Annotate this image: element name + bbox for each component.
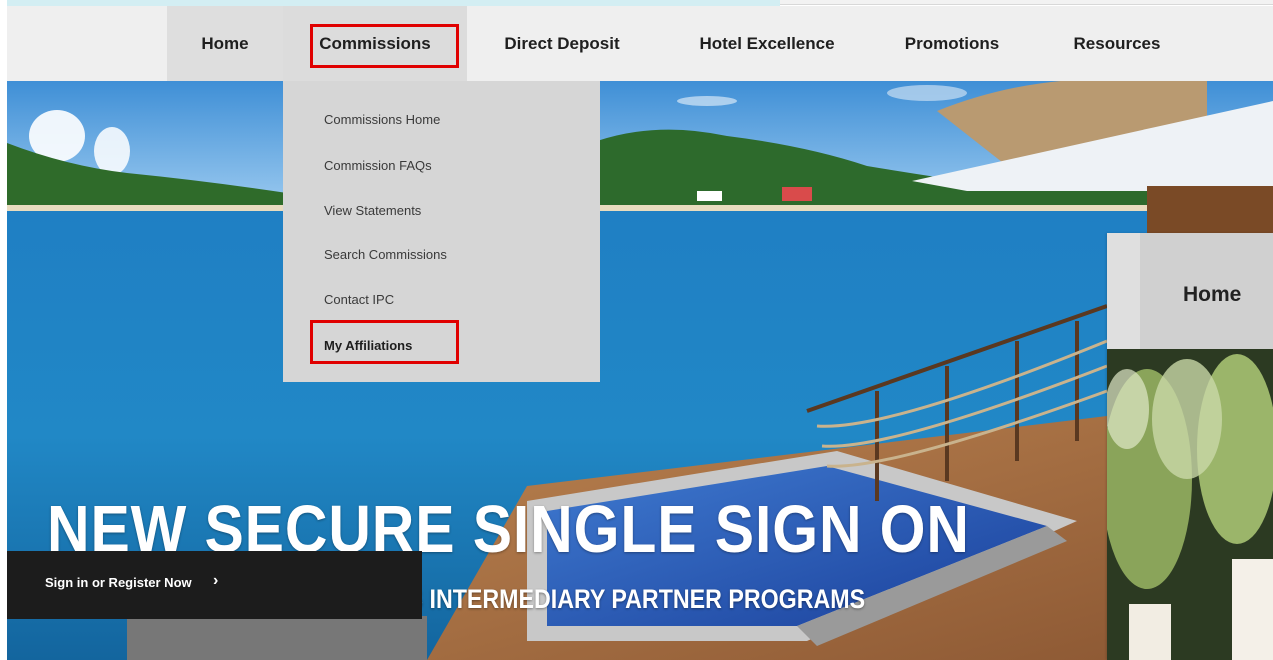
chevron-right-icon: › bbox=[213, 572, 219, 589]
highlight-box-commissions bbox=[310, 24, 459, 68]
menu-item-commission-faqs[interactable]: Commission FAQs bbox=[324, 158, 432, 173]
nav-direct-deposit[interactable]: Direct Deposit bbox=[477, 6, 647, 81]
menu-item-commissions-home[interactable]: Commissions Home bbox=[324, 112, 440, 127]
nav-resources[interactable]: Resources bbox=[1052, 6, 1182, 81]
sign-in-register-button[interactable]: Sign in or Register Now › bbox=[7, 551, 422, 619]
nav-promotions[interactable]: Promotions bbox=[882, 6, 1022, 81]
menu-item-search-commissions[interactable]: Search Commissions bbox=[324, 247, 447, 262]
cta-label: Sign in or Register Now bbox=[45, 575, 192, 590]
overlay-nav-home[interactable]: Home bbox=[1183, 283, 1241, 307]
overlay-photo bbox=[1107, 349, 1273, 660]
menu-item-contact-ipc[interactable]: Contact IPC bbox=[324, 292, 394, 307]
zoomed-overlay-panel: Home bbox=[1107, 233, 1273, 660]
menu-item-view-statements[interactable]: View Statements bbox=[324, 203, 421, 218]
nav-home[interactable]: Home bbox=[167, 6, 283, 81]
main-nav: Home Commissions Direct Deposit Hotel Ex… bbox=[7, 6, 1273, 81]
nav-hotel-excellence[interactable]: Hotel Excellence bbox=[672, 6, 862, 81]
highlight-box-my-affiliations bbox=[310, 320, 459, 364]
top-strip-right bbox=[780, 0, 1273, 5]
